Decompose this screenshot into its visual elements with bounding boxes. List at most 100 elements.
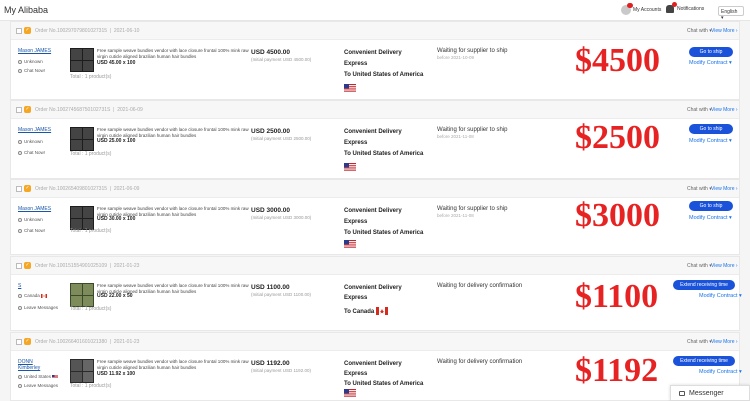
shipping-info: Convenient Delivery Express To United St… <box>344 206 423 239</box>
notifications[interactable]: Notifications <box>666 2 704 13</box>
product-quantity: USD 25.00 x 100 <box>97 138 136 144</box>
total-products: Total : 1 product(s) <box>70 228 112 234</box>
big-price-overlay: $1100 <box>575 278 659 315</box>
product-thumbnail[interactable] <box>70 359 94 383</box>
my-accounts-label: My Accounts <box>633 7 662 13</box>
modify-contract-link[interactable]: Modify Contract ▾ <box>689 215 732 221</box>
product-description[interactable]: Free sample weave bundles vendor with la… <box>97 48 252 59</box>
buyer-location: United States <box>18 374 59 380</box>
brand-title[interactable]: My Alibaba <box>4 5 48 15</box>
order-header: ✓ Order No.100274568750102731S | 2021-06… <box>11 101 739 119</box>
product-quantity: USD 30.00 x 100 <box>97 216 136 222</box>
modify-contract-link[interactable]: Modify Contract ▾ <box>699 293 742 299</box>
select-checkbox[interactable] <box>16 28 22 34</box>
initial-payment: (Initial payment USD 2500.00) <box>251 136 312 141</box>
order-card: ✓ Order No.100151554901025109 | 2021-01-… <box>10 256 742 331</box>
chat-icon <box>18 150 22 155</box>
extend-receiving-time-button[interactable]: Extend receiving time <box>673 280 735 290</box>
shipping-destination: To United States of America <box>344 151 424 157</box>
view-more-link[interactable]: View More › <box>711 263 738 269</box>
shipping-method: Convenient Delivery <box>344 208 402 214</box>
shipping-mode: Express <box>344 295 368 301</box>
big-price-overlay: $2500 <box>575 119 660 156</box>
my-accounts[interactable]: My Accounts <box>621 3 662 15</box>
order-header: ✓ Order No.100297079801027315 | 2021-06-… <box>11 22 739 40</box>
shipping-mode: Express <box>344 140 368 146</box>
buyer-name[interactable]: Mason JAMES <box>18 206 51 212</box>
order-status: Waiting for supplier to ship <box>437 127 508 133</box>
go-to-ship-button[interactable]: Go to ship <box>689 124 733 134</box>
select-checkbox[interactable] <box>16 107 22 113</box>
chat-with-dropdown[interactable]: Chat with ▾ <box>687 107 712 113</box>
order-card: ✓ Order No.100297079801027315 | 2021-06-… <box>10 21 740 100</box>
chat-with-dropdown[interactable]: Chat with ▾ <box>687 339 712 345</box>
order-price: USD 1100.00 <box>251 284 290 291</box>
order-status: Waiting for supplier to ship <box>437 48 508 54</box>
view-more-link[interactable]: View More › <box>711 28 738 34</box>
buyer-name[interactable]: S <box>18 283 21 289</box>
shipping-mode: Express <box>344 371 368 377</box>
messenger-button[interactable]: Messenger <box>670 385 750 401</box>
select-checkbox[interactable] <box>16 186 22 192</box>
shipping-info: Convenient Delivery Express To Canada <box>344 283 402 317</box>
buyer-name[interactable]: DONN Kimberley <box>18 359 54 371</box>
total-products: Total : 1 product(s) <box>70 74 112 80</box>
order-price: USD 4500.00 <box>251 49 291 56</box>
product-description[interactable]: Free sample weave bundles vendor with la… <box>97 359 252 370</box>
shipping-method: Convenient Delivery <box>344 361 402 367</box>
product-thumbnail[interactable] <box>70 48 94 72</box>
shipping-destination: To Canada <box>344 307 402 317</box>
messenger-icon <box>679 390 685 396</box>
initial-payment: (Initial payment USD 1192.00) <box>251 368 311 373</box>
shipping-info: Convenient Delivery Express To United St… <box>344 48 423 81</box>
avatar-icon <box>621 3 633 15</box>
chat-now-link[interactable]: Chat Now! <box>18 228 45 234</box>
order-type-icon: ✓ <box>24 338 31 345</box>
modify-contract-link[interactable]: Modify Contract ▾ <box>699 369 742 375</box>
us-flag-icon <box>344 163 356 171</box>
modify-contract-link[interactable]: Modify Contract ▾ <box>689 60 732 66</box>
buyer-location: Unknown <box>18 59 43 65</box>
location-icon <box>18 293 22 298</box>
chat-now-link[interactable]: Chat Now! <box>18 150 45 156</box>
select-checkbox[interactable] <box>16 339 22 345</box>
view-more-link[interactable]: View More › <box>711 107 738 113</box>
product-thumbnail[interactable] <box>70 127 94 151</box>
leave-messages-link[interactable]: Leave Messages <box>18 305 58 311</box>
go-to-ship-button[interactable]: Go to ship <box>689 47 733 57</box>
chat-with-dropdown[interactable]: Chat with ▾ <box>687 186 712 192</box>
product-description[interactable]: Free sample weave bundles vendor with la… <box>97 127 252 138</box>
order-price: USD 2500.00 <box>251 128 291 135</box>
modify-contract-link[interactable]: Modify Contract ▾ <box>689 138 732 144</box>
total-products: Total : 1 product(s) <box>70 383 112 389</box>
chat-with-dropdown[interactable]: Chat with ▾ <box>687 28 712 34</box>
initial-payment: (Initial payment USD 4500.00) <box>251 57 312 62</box>
order-card: ✓ Order No.100266401601021380 | 2021-01-… <box>10 332 742 401</box>
product-thumbnail[interactable] <box>70 206 94 230</box>
leave-messages-link[interactable]: Leave Messages <box>18 383 58 389</box>
shipping-info: Convenient Delivery Express To United St… <box>344 127 423 160</box>
view-more-link[interactable]: View More › <box>711 339 738 345</box>
product-thumbnail[interactable] <box>70 283 94 307</box>
select-checkbox[interactable] <box>16 263 22 269</box>
buyer-name[interactable]: Mason JAMES <box>18 48 51 54</box>
order-price: USD 1192.00 <box>251 360 290 367</box>
us-flag-icon <box>344 84 356 92</box>
order-status: Waiting for delivery confirmation <box>437 359 523 365</box>
location-icon <box>18 139 22 144</box>
buyer-name[interactable]: Mason JAMES <box>18 127 51 133</box>
us-flag-icon <box>344 389 356 397</box>
chat-with-dropdown[interactable]: Chat with ▾ <box>687 263 712 269</box>
language-select[interactable]: English ▾ <box>718 6 744 21</box>
shipping-method: Convenient Delivery <box>344 50 402 56</box>
view-more-link[interactable]: View More › <box>711 186 738 192</box>
message-icon <box>18 383 22 388</box>
shipping-info: Convenient Delivery Express To United St… <box>344 359 423 389</box>
order-number: Order No.100265409801027315 | 2021-06-09 <box>35 186 140 192</box>
order-status: Waiting for supplier to ship <box>437 206 508 212</box>
chat-now-link[interactable]: Chat Now! <box>18 68 45 74</box>
go-to-ship-button[interactable]: Go to ship <box>689 201 733 211</box>
status-deadline: before 2021-11-08 <box>437 134 474 139</box>
order-header: ✓ Order No.100151554901025109 | 2021-01-… <box>11 257 739 275</box>
extend-receiving-time-button[interactable]: Extend receiving time <box>673 356 735 366</box>
